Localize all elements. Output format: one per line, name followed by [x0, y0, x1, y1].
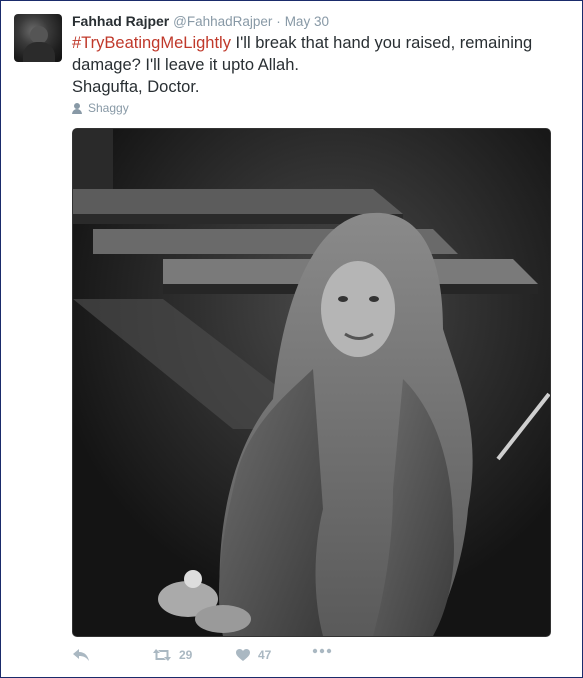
author-name[interactable]: Fahhad Rajper: [72, 13, 169, 29]
like-count: 47: [258, 648, 272, 662]
reply-icon: [73, 649, 89, 661]
tweet-card: Fahhad Rajper @FahhadRajper · May 30 #Tr…: [0, 0, 583, 678]
separator-dot: ·: [276, 14, 281, 29]
more-dots-icon: [312, 648, 332, 654]
location-label: Shaggy: [88, 101, 129, 115]
retweet-icon: [153, 649, 171, 661]
hashtag-link[interactable]: #TryBeatingMeLightly: [72, 34, 231, 52]
author-handle[interactable]: @FahhadRajper: [173, 14, 272, 29]
avatar-body: [23, 42, 55, 62]
author-avatar[interactable]: [14, 14, 62, 62]
photo-image: [73, 129, 550, 636]
like-button[interactable]: 47: [235, 648, 271, 662]
tweet-photo[interactable]: [72, 128, 551, 637]
heart-icon: [236, 649, 250, 661]
person-icon: [72, 102, 82, 114]
tweet-text: #TryBeatingMeLightly I'll break that han…: [72, 32, 562, 98]
tweet-text-signature: Shagufta, Doctor.: [72, 78, 200, 96]
reply-button[interactable]: [72, 648, 90, 662]
more-button[interactable]: [312, 648, 332, 654]
tweet-date[interactable]: May 30: [285, 14, 329, 29]
tweet-location[interactable]: Shaggy: [72, 101, 129, 115]
retweet-button[interactable]: 29: [152, 648, 192, 662]
tweet-header: Fahhad Rajper @FahhadRajper · May 30: [72, 12, 329, 31]
retweet-count: 29: [179, 648, 193, 662]
